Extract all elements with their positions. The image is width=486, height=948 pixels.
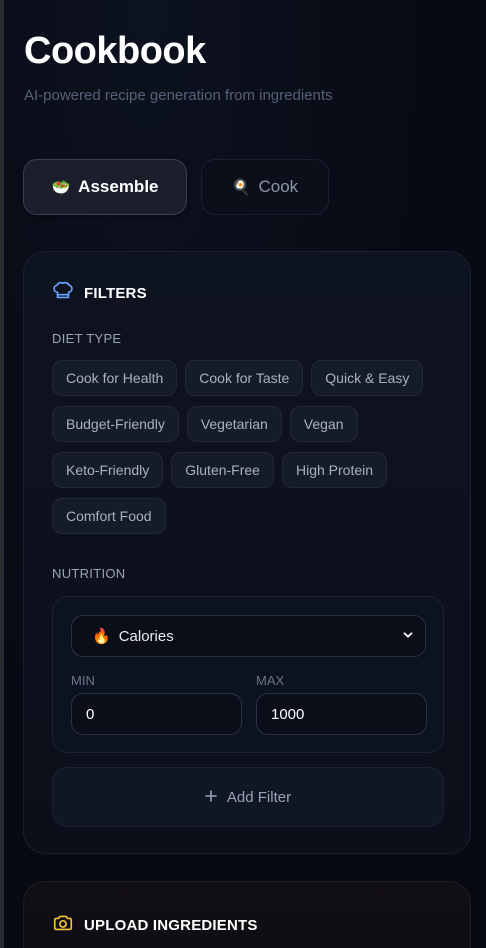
nutrient-select[interactable]: 🔥 Calories [71, 615, 426, 657]
upload-header: UPLOAD INGREDIENTS [52, 912, 258, 938]
filters-title: FILTERS [84, 284, 147, 302]
chef-hat-icon [52, 280, 74, 306]
diet-chip-high-protein[interactable]: High Protein [281, 452, 388, 488]
diet-options: Cook for Health Cook for Taste Quick & E… [52, 360, 452, 534]
flame-icon: 🔥 [92, 628, 111, 645]
salad-bowl-icon: 🥗 [51, 179, 71, 196]
diet-chip-keto-friendly[interactable]: Keto-Friendly [52, 452, 164, 488]
tab-assemble-label: Assemble [78, 177, 159, 196]
nutrition-filter: 🔥 Calories MIN MAX 0 1000 [52, 596, 444, 753]
diet-chip-vegetarian[interactable]: Vegetarian [186, 406, 282, 442]
diet-chip-budget-friendly[interactable]: Budget-Friendly [52, 406, 179, 442]
filters-header: FILTERS [52, 280, 147, 306]
tab-cook[interactable]: 🍳 Cook [201, 159, 329, 215]
upload-title: UPLOAD INGREDIENTS [84, 916, 258, 934]
min-input[interactable]: 0 [71, 693, 242, 735]
chevron-down-icon [401, 628, 415, 646]
frying-pan-icon: 🍳 [231, 179, 251, 196]
tab-cook-label: Cook [258, 177, 299, 196]
filters-card: FILTERS DIET TYPE Cook for Health Cook f… [23, 251, 471, 854]
diet-chip-comfort-food[interactable]: Comfort Food [52, 498, 166, 534]
nutrient-select-value: Calories [118, 627, 174, 645]
nutrition-label: NUTRITION [52, 566, 126, 581]
app-subtitle: AI-powered recipe generation from ingred… [24, 87, 333, 104]
tab-assemble[interactable]: 🥗 Assemble [23, 159, 187, 215]
camera-icon [52, 912, 74, 938]
diet-chip-cook-for-health[interactable]: Cook for Health [52, 360, 178, 396]
upload-card: UPLOAD INGREDIENTS [23, 881, 471, 948]
add-filter-label: Add Filter [226, 788, 292, 806]
plus-icon [205, 789, 217, 806]
mode-tabs: 🥗 Assemble 🍳 Cook [23, 159, 329, 215]
diet-chip-gluten-free[interactable]: Gluten-Free [171, 452, 274, 488]
app-title: Cookbook [24, 30, 206, 72]
diet-chip-quick-easy[interactable]: Quick & Easy [311, 360, 424, 396]
diet-chip-cook-for-taste[interactable]: Cook for Taste [185, 360, 304, 396]
max-input[interactable]: 1000 [256, 693, 427, 735]
diet-type-label: DIET TYPE [52, 331, 122, 346]
max-label: MAX [256, 673, 285, 688]
add-filter-button[interactable]: Add Filter [52, 767, 444, 827]
min-label: MIN [71, 673, 95, 688]
diet-chip-vegan[interactable]: Vegan [289, 406, 358, 442]
app-frame: Cookbook AI-powered recipe generation fr… [0, 0, 486, 948]
